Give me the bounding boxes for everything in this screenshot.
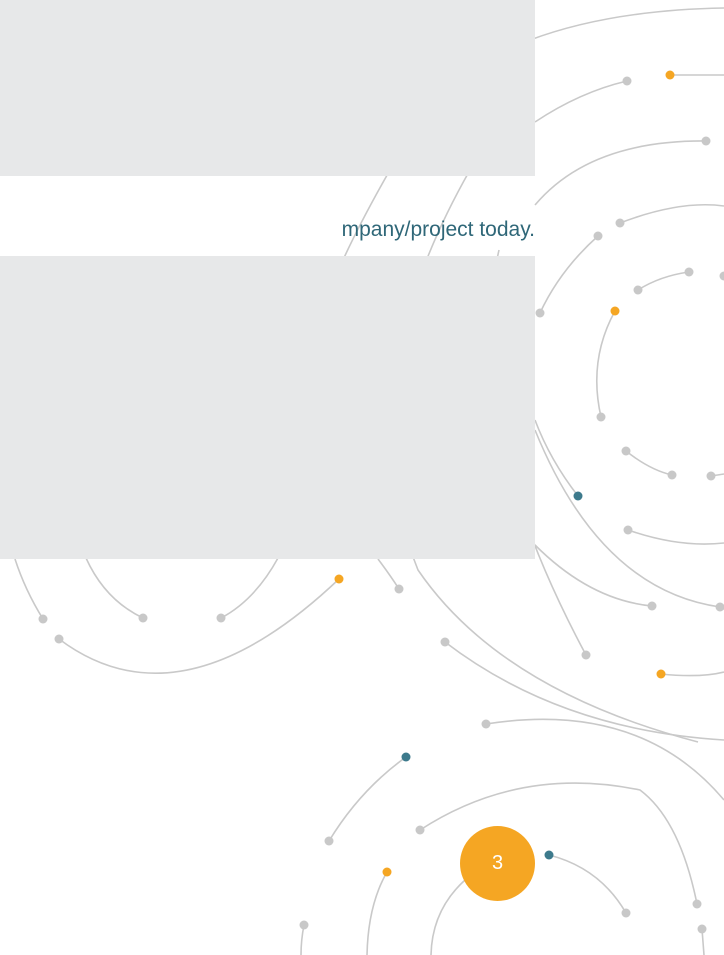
decorative-arc	[366, 871, 388, 955]
decorative-gray-dot	[615, 218, 625, 228]
decorative-arc	[14, 558, 44, 620]
decorative-gray-dot	[701, 136, 711, 146]
decorative-arc	[637, 271, 690, 291]
decorative-orange-dot	[334, 574, 344, 584]
decorative-teal-dot	[544, 850, 554, 860]
decorative-arc	[534, 544, 653, 607]
decorative-arc	[534, 80, 628, 123]
decorative-arc	[529, 7, 724, 41]
decorative-gray-dot	[715, 602, 724, 612]
decorative-gray-dot	[593, 231, 603, 241]
decorative-arc	[619, 203, 724, 224]
decorative-arc	[419, 782, 698, 905]
decorative-arc	[534, 429, 721, 608]
decorative-gray-dot	[697, 924, 707, 934]
decorative-gray-dot	[596, 412, 606, 422]
body-text: mpany/project today.	[341, 218, 535, 241]
decorative-gray-dot	[633, 285, 643, 295]
decorative-orange-dot	[382, 867, 392, 877]
decorative-arc	[539, 235, 599, 314]
decorative-gray-dot	[667, 470, 677, 480]
decorative-gray-dot	[299, 920, 309, 930]
decorative-arc	[596, 310, 616, 418]
decorative-gray-dot	[623, 525, 633, 535]
decorative-teal-dot	[401, 752, 411, 762]
decorative-gray-dot	[324, 836, 334, 846]
decorative-gray-dot	[684, 267, 694, 277]
decorative-gray-dot	[440, 637, 450, 647]
decorative-gray-dot	[394, 584, 404, 594]
decorative-arc	[328, 756, 407, 842]
decorative-gray-dot	[622, 76, 632, 86]
decorative-gray-dot	[719, 271, 724, 281]
decorative-orange-dot	[665, 70, 675, 80]
decorative-gray-dot	[481, 719, 491, 729]
image-placeholder-main	[0, 256, 535, 559]
decorative-gray-dot	[692, 899, 702, 909]
decorative-arc	[377, 558, 400, 590]
decorative-arc	[300, 924, 305, 955]
decorative-gray-dot	[581, 650, 591, 660]
decorative-gray-dot	[621, 908, 631, 918]
decorative-gray-dot	[138, 613, 148, 623]
decorative-gray-dot	[54, 634, 64, 644]
decorative-gray-dot	[415, 825, 425, 835]
page-number-badge: 3	[460, 826, 535, 901]
decorative-arc	[660, 671, 724, 677]
decorative-arc	[534, 140, 707, 206]
decorative-gray-dot	[535, 308, 545, 318]
decorative-gray-dot	[216, 613, 226, 623]
decorative-arc	[85, 557, 144, 619]
decorative-arc	[430, 879, 466, 955]
decorative-teal-dot	[573, 491, 583, 501]
decorative-gray-dot	[38, 614, 48, 624]
decorative-gray-dot	[706, 471, 716, 481]
decorative-arc	[534, 419, 579, 497]
decorative-arc	[627, 529, 724, 545]
decorative-arc	[58, 578, 340, 675]
decorative-arc	[548, 854, 627, 914]
image-placeholder-top	[0, 0, 535, 176]
decorative-arc	[220, 557, 279, 619]
decorative-arc	[625, 450, 673, 476]
decorative-orange-dot	[610, 306, 620, 316]
decorative-gray-dot	[647, 601, 657, 611]
decorative-orange-dot	[656, 669, 666, 679]
decorative-gray-dot	[621, 446, 631, 456]
